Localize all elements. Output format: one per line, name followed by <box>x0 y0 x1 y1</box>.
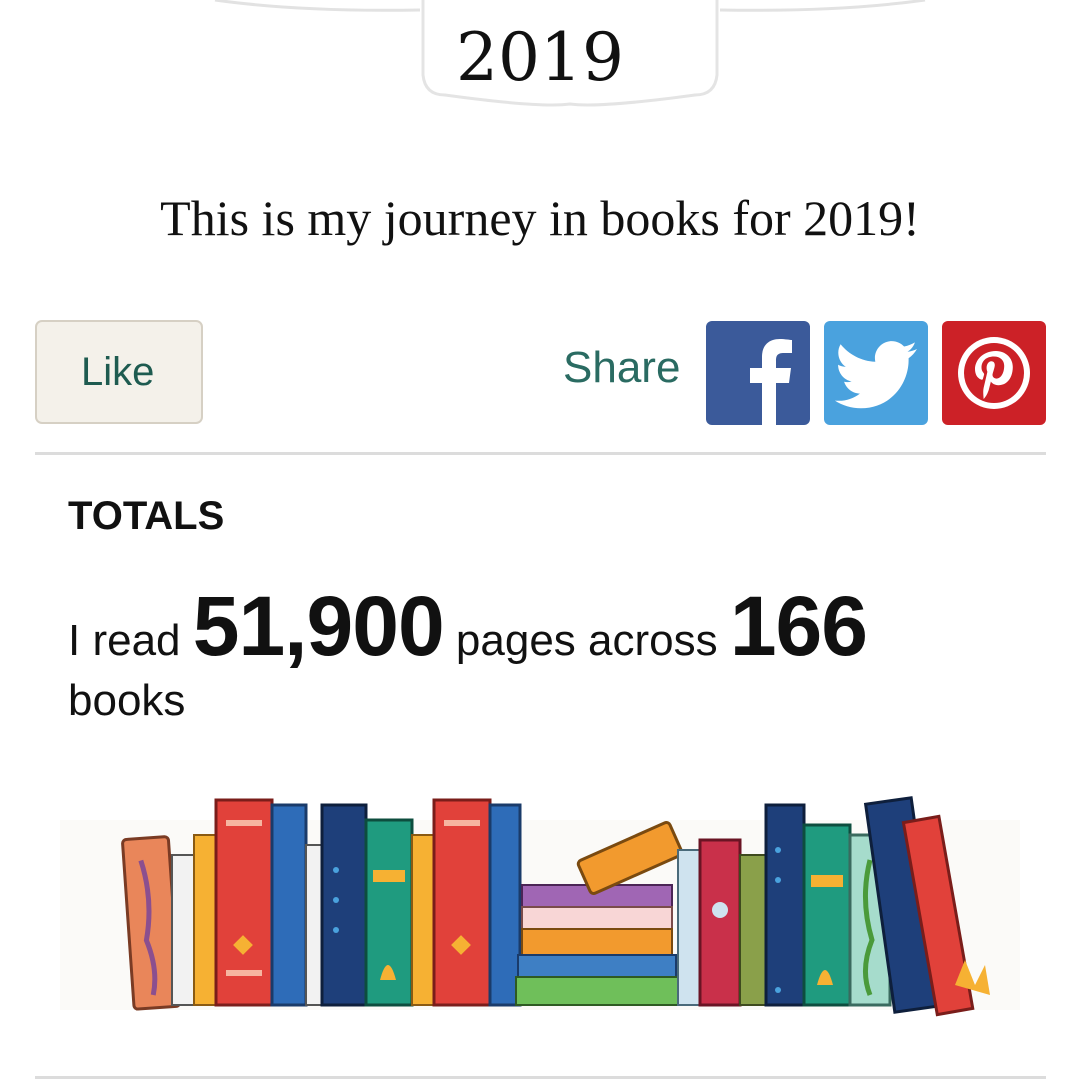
totals-heading: TOTALS <box>68 494 225 538</box>
totals-summary: I read 51,900 pages across 166 books <box>68 584 1028 725</box>
share-label: Share <box>563 343 681 392</box>
facebook-icon <box>750 339 792 425</box>
books-count: 166 <box>729 579 868 673</box>
bookshelf-illustration <box>60 796 1020 1017</box>
twitter-share-button[interactable] <box>824 321 928 425</box>
pages-count: 51,900 <box>192 579 445 673</box>
twitter-icon <box>834 341 917 409</box>
year-title: 2019 <box>456 19 624 96</box>
intro-text: This is my journey in books for 2019! <box>160 190 920 246</box>
section-divider-bottom <box>35 1076 1046 1079</box>
facebook-share-button[interactable] <box>706 321 810 425</box>
pinterest-icon <box>958 337 1030 409</box>
stats-prefix: I read <box>68 616 181 665</box>
pinterest-share-button[interactable] <box>942 321 1046 425</box>
stats-middle: pages across <box>455 616 718 665</box>
section-divider <box>35 452 1046 455</box>
stats-suffix: books <box>68 676 186 725</box>
like-button[interactable]: Like <box>35 320 203 424</box>
